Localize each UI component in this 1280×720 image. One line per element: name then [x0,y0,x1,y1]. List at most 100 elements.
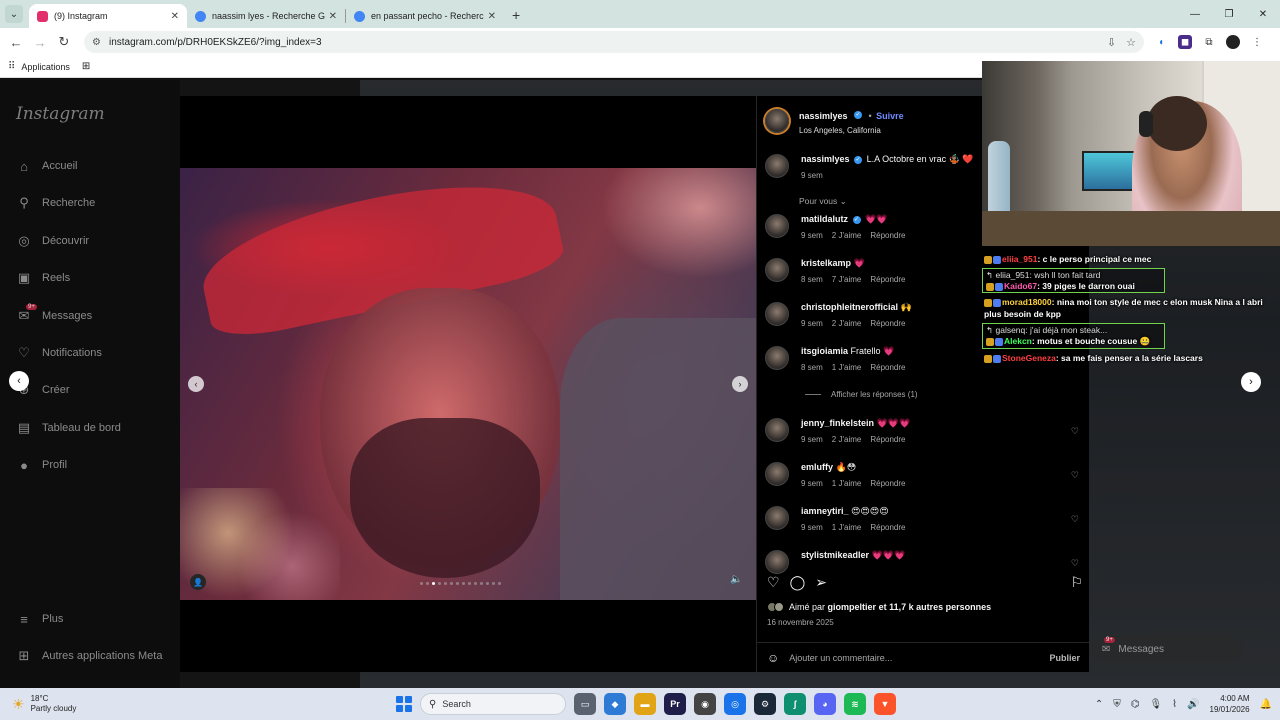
task-view-icon[interactable]: ▭ [574,693,596,715]
pour-vous-filter[interactable]: Pour vous ⌄ [799,196,847,207]
comment-username[interactable]: matildalutz [801,214,848,224]
notifications-bell-icon[interactable]: 🔔 [1260,699,1272,710]
post-location[interactable]: Los Angeles, California [799,126,904,135]
back-icon[interactable]: ← [4,35,28,50]
avatar[interactable] [765,346,789,370]
tab-instagram[interactable]: (9) Instagram ✕ [29,4,187,28]
vpn-icon[interactable]: ⛨ [1113,699,1121,710]
discord-icon[interactable]: ◕ [814,693,836,715]
liked-by-user[interactable]: giompeltier [828,602,877,612]
premiere-icon[interactable]: Pr [664,693,686,715]
sidebar-item-plus[interactable]: ≡ Plus [16,611,63,627]
close-tab-icon[interactable]: ✕ [488,11,496,22]
reply-button[interactable]: Répondre [870,363,905,372]
sidebar-item-notifications[interactable]: ♡ Notifications [16,345,102,361]
reply-button[interactable]: Répondre [870,275,905,284]
extension-purple-icon[interactable]: ◼ [1178,35,1192,49]
emoji-icon[interactable]: ☺ [767,651,779,665]
brave-icon[interactable]: ▼ [874,693,896,715]
comment-username[interactable]: itsgioiamia [801,346,848,356]
save-bookmark-icon[interactable]: ⚐ [1070,574,1083,591]
avatar[interactable] [765,506,789,530]
reply-button[interactable]: Répondre [870,231,905,240]
app-icon[interactable]: ʃ [784,693,806,715]
sidebar-item-messages[interactable]: ✉ 9+ Messages [16,304,92,324]
carousel-next-button[interactable]: › [732,376,748,392]
sidebar-item-tableau-de-bord[interactable]: ▤ Tableau de bord [16,420,121,436]
comment-like-heart-icon[interactable]: ♡ [1071,426,1079,437]
reply-button[interactable]: Répondre [870,523,905,532]
avatar[interactable] [765,418,789,442]
avatar[interactable] [765,302,789,326]
tab-google-search-2[interactable]: en passant pecho - Recherche ✕ [346,4,504,28]
sidebar-item-accueil[interactable]: ⌂ Accueil [16,158,77,174]
spotify-icon[interactable]: ≋ [844,693,866,715]
messages-dock[interactable]: ✉ 9+ Messages [1092,636,1244,662]
comment-likes[interactable]: 7 J'aime [832,275,862,284]
show-replies-button[interactable]: Afficher les réponses (1) [805,390,918,399]
comment-likes[interactable]: 1 J'aime [832,363,862,372]
apps-grid-icon[interactable]: ⠿ [8,61,15,72]
wifi-icon[interactable]: ⌇ [1172,699,1177,710]
comment-likes[interactable]: 2 J'aime [832,231,862,240]
weather-widget[interactable]: ☀ 18°C Partly cloudy [12,694,312,714]
system-clock[interactable]: 4:00 AM 19/01/2026 [1210,693,1250,715]
share-send-icon[interactable]: ➢ [815,574,827,591]
comment-likes[interactable]: 1 J'aime [832,479,862,488]
restore-icon[interactable]: ❐ [1212,9,1246,20]
comment-likes[interactable]: 2 J'aime [832,319,862,328]
comment-like-heart-icon[interactable]: ♡ [1071,470,1079,481]
widgets-icon[interactable]: ◆ [604,693,626,715]
comment-username[interactable]: jenny_finkelstein [801,418,874,428]
comment-bubble-icon[interactable]: ◯ [790,574,806,591]
post-date[interactable]: 16 novembre 2025 [767,618,834,627]
sound-icon[interactable]: 🔈 [730,574,742,585]
extension-wave-icon[interactable]: ◖ [1154,35,1168,49]
install-app-icon[interactable]: ⇩ [1107,36,1116,49]
comment-input[interactable]: Ajouter un commentaire... [789,653,1049,663]
site-info-icon[interactable]: ⚙ [92,37,101,48]
sidebar-item-decouvrir[interactable]: ◎ Découvrir [16,233,89,249]
volume-icon[interactable]: 🔊 [1187,699,1199,710]
tab-groups-icon[interactable]: ⊞ [82,61,90,72]
avatar[interactable] [765,550,789,574]
comment-username[interactable]: emluffy [801,462,833,472]
previous-post-button[interactable]: ‹ [9,371,29,391]
avatar[interactable] [765,462,789,486]
close-tab-icon[interactable]: ✕ [171,11,179,22]
tab-search-button[interactable]: ⌄ [5,5,23,23]
comment-likes[interactable]: 2 J'aime [832,435,862,444]
author-username[interactable]: nassimlyes [799,111,848,121]
reply-button[interactable]: Répondre [870,319,905,328]
tagged-users-icon[interactable]: 👤 [190,574,206,590]
follow-button[interactable]: Suivre [876,111,904,121]
like-heart-icon[interactable]: ♡ [767,574,780,591]
avatar[interactable] [765,108,789,133]
tab-google-search-1[interactable]: naassim lyes - Recherche Goog ✕ [187,4,345,28]
chrome-icon[interactable]: ◎ [724,693,746,715]
publish-button[interactable]: Publier [1049,653,1080,663]
profile-avatar-icon[interactable] [1226,35,1240,49]
bookmark-star-icon[interactable]: ☆ [1126,36,1136,49]
extensions-puzzle-icon[interactable]: ⧉ [1202,35,1216,49]
comment-username[interactable]: iamneytiri_ [801,506,849,516]
mic-icon[interactable]: 🎙 [1149,699,1162,710]
instagram-logo[interactable]: Instagram [16,104,105,124]
obs-icon[interactable]: ◉ [694,693,716,715]
avatar[interactable] [765,258,789,282]
taskbar-search[interactable]: ⚲ Search [420,693,566,715]
next-post-button[interactable]: › [1241,372,1261,392]
comment-likes[interactable]: 1 J'aime [832,523,862,532]
caption-username[interactable]: nassimlyes [801,154,850,164]
new-tab-button[interactable]: + [512,7,520,23]
address-bar[interactable]: ⚙ instagram.com/p/DRH0EKSkZE6/?img_index… [84,31,1144,53]
comment-username[interactable]: stylistmikeadler [801,550,869,560]
sidebar-item-reels[interactable]: ▣ Reels [16,270,70,286]
comment-username[interactable]: kristelkamp [801,258,851,268]
chrome-menu-icon[interactable]: ⋮ [1250,35,1264,49]
start-button[interactable] [396,696,412,712]
forward-icon[interactable]: → [28,35,52,50]
comment-like-heart-icon[interactable]: ♡ [1071,558,1079,569]
reload-icon[interactable]: ↻ [52,34,76,50]
liked-by-count[interactable]: et 11,7 k autres personnes [879,602,992,612]
